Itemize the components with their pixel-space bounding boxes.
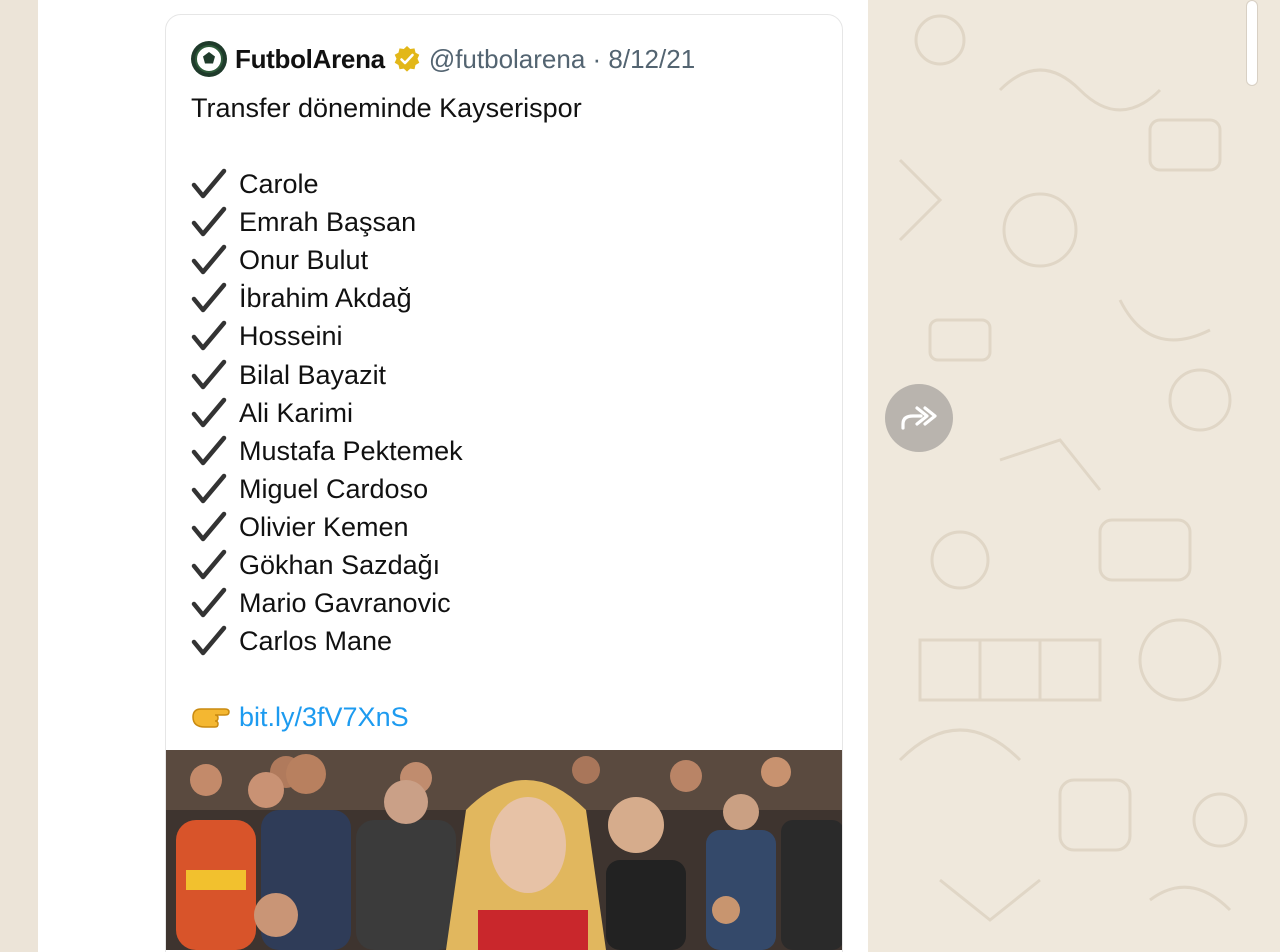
list-item: Hosseini	[191, 317, 811, 355]
scrollbar-thumb[interactable]	[1246, 0, 1258, 86]
check-mark-icon	[191, 511, 227, 542]
check-mark-icon	[191, 549, 227, 580]
player-name: Carole	[239, 169, 319, 200]
player-name: Carlos Mane	[239, 626, 393, 657]
list-item: Miguel Cardoso	[191, 470, 811, 508]
player-name: Emrah Başsan	[239, 207, 417, 238]
list-item: Emrah Başsan	[191, 203, 811, 241]
handle-and-date[interactable]: @futbolarena · 8/12/21	[429, 44, 695, 75]
check-mark-icon	[191, 321, 227, 351]
list-item: Ali Karimi	[191, 394, 811, 432]
tweet-link[interactable]: bit.ly/3fV7XnS	[239, 698, 409, 736]
verified-badge-icon	[393, 45, 421, 73]
check-mark-icon	[191, 625, 227, 656]
list-item: Mustafa Pektemek	[191, 432, 811, 470]
author-name[interactable]: FutbolArena	[235, 44, 385, 75]
list-item: Bilal Bayazit	[191, 355, 811, 393]
check-mark-icon	[191, 359, 227, 389]
player-name: Mario Gavranovic	[239, 588, 451, 619]
link-row: bit.ly/3fV7XnS	[191, 698, 811, 736]
player-name: Ali Karimi	[239, 397, 354, 428]
chat-wallpaper-left-edge	[0, 0, 38, 952]
forward-arrow-icon	[901, 406, 937, 430]
player-name: Mustafa Pektemek	[239, 435, 463, 466]
list-item: Gökhan Sazdağı	[191, 546, 811, 584]
check-mark-icon	[191, 168, 227, 199]
player-name: Gökhan Sazdağı	[239, 549, 441, 580]
tweet-card[interactable]: FutbolArena @futbolarena · 8/12/21 Trans…	[165, 14, 843, 952]
forward-button[interactable]	[885, 384, 953, 452]
pointing-hand-icon	[192, 708, 230, 728]
list-item: Olivier Kemen	[191, 508, 811, 546]
check-mark-icon	[191, 587, 227, 618]
tweet-photo[interactable]	[166, 750, 842, 950]
check-mark-icon	[191, 473, 227, 504]
list-item: Carlos Mane	[191, 622, 811, 660]
tweet-header: FutbolArena @futbolarena · 8/12/21	[191, 41, 695, 77]
list-item: Carole	[191, 165, 811, 203]
player-name: Hosseini	[239, 321, 343, 352]
list-item: Onur Bulut	[191, 241, 811, 279]
player-list: Carole Emrah Başsan Onur Bulut İbrahim A…	[191, 165, 811, 660]
check-mark-icon	[191, 206, 227, 237]
player-name: Miguel Cardoso	[239, 473, 429, 504]
tweet-intro: Transfer döneminde Kayserispor	[191, 93, 582, 123]
player-name: Onur Bulut	[239, 245, 369, 276]
tweet-text: Transfer döneminde Kayserispor Carole Em…	[191, 89, 811, 736]
list-item: Mario Gavranovic	[191, 584, 811, 622]
check-mark-icon	[191, 283, 227, 313]
check-mark-icon	[191, 397, 227, 427]
check-mark-icon	[191, 244, 227, 275]
check-mark-icon	[191, 435, 227, 465]
player-name: Bilal Bayazit	[239, 359, 387, 390]
player-name: Olivier Kemen	[239, 511, 409, 542]
futbolarena-logo-icon[interactable]	[191, 41, 227, 77]
player-name: İbrahim Akdağ	[239, 283, 412, 314]
list-item: İbrahim Akdağ	[191, 279, 811, 317]
